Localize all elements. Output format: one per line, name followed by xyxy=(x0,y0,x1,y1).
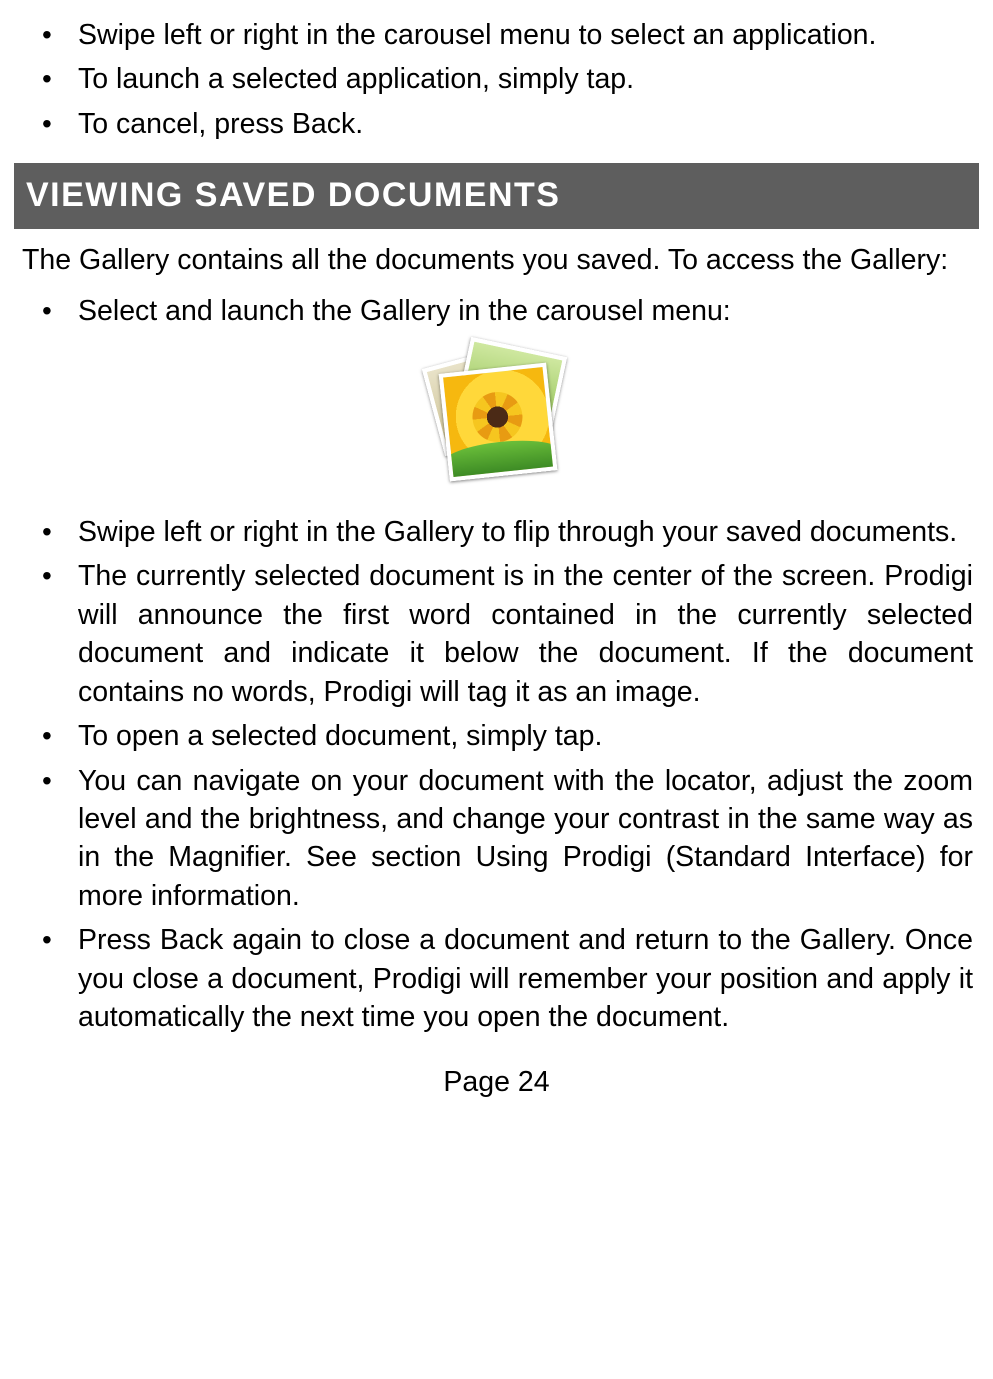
list-item: Swipe left or right in the carousel menu… xyxy=(78,16,973,54)
list-item: To open a selected document, simply tap. xyxy=(78,717,973,755)
page-content: Swipe left or right in the carousel menu… xyxy=(0,0,993,1111)
photo-front-sunflower-icon xyxy=(438,363,557,482)
gallery-photos-icon xyxy=(422,338,572,488)
section-heading: VIEWING SAVED DOCUMENTS xyxy=(14,163,979,229)
gallery-icon-wrap xyxy=(20,338,973,498)
gallery-bullet-list-continued: Swipe left or right in the Gallery to fl… xyxy=(20,513,973,1037)
list-item: To launch a selected application, simply… xyxy=(78,60,973,98)
list-item: Select and launch the Gallery in the car… xyxy=(78,292,973,330)
gallery-bullet-list: Select and launch the Gallery in the car… xyxy=(20,292,973,330)
top-bullet-list: Swipe left or right in the carousel menu… xyxy=(20,16,973,143)
list-item: Swipe left or right in the Gallery to fl… xyxy=(78,513,973,551)
list-item: The currently selected document is in th… xyxy=(78,557,973,711)
list-item: Press Back again to close a document and… xyxy=(78,921,973,1036)
intro-paragraph: The Gallery contains all the documents y… xyxy=(20,241,973,279)
list-item: You can navigate on your document with t… xyxy=(78,762,973,916)
list-item: To cancel, press Back. xyxy=(78,105,973,143)
page-number: Page 24 xyxy=(20,1063,973,1101)
